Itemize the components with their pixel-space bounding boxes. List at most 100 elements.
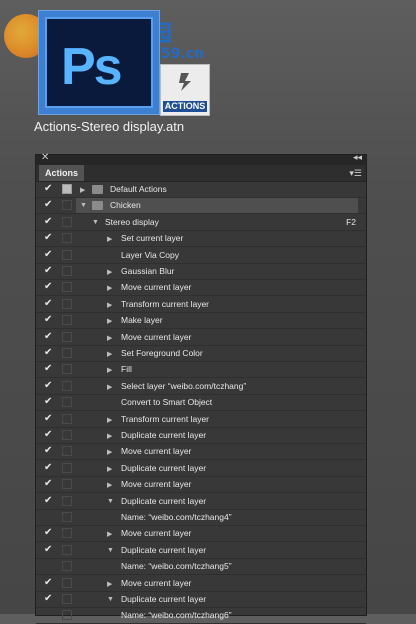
toggle-item-checkbox[interactable]: ✔ (44, 183, 52, 194)
action-command-row[interactable]: ✔ ▶ Transform current layer (36, 412, 366, 428)
disclosure-collapsed-icon[interactable]: ▶ (107, 448, 112, 456)
toggle-dialog-box[interactable] (62, 446, 72, 457)
toggle-item-checkbox[interactable]: ✔ (44, 347, 52, 358)
toggle-dialog-box[interactable] (62, 594, 72, 604)
disclosure-collapsed-icon[interactable]: ▶ (107, 416, 112, 424)
close-icon[interactable]: ✕ (41, 152, 49, 163)
disclosure-collapsed-icon[interactable]: ▶ (107, 432, 112, 440)
action-command-row[interactable]: ✔ ▶ Make layer (36, 313, 366, 330)
toggle-item-checkbox[interactable]: ✔ (44, 445, 52, 456)
toggle-dialog-box[interactable] (62, 331, 72, 342)
toggle-dialog-box[interactable] (62, 495, 72, 506)
toggle-item-checkbox[interactable]: ✔ (44, 249, 52, 260)
action-command-row[interactable]: ✔ ▶ Move current layer (36, 280, 366, 297)
toggle-dialog-box[interactable] (62, 413, 72, 424)
toggle-dialog-box[interactable] (62, 380, 72, 391)
toggle-dialog-box[interactable] (62, 266, 72, 276)
toggle-item-checkbox[interactable]: ✔ (44, 544, 52, 555)
tab-actions[interactable]: Actions (39, 165, 85, 181)
toggle-dialog-box[interactable] (62, 512, 72, 522)
disclosure-collapsed-icon[interactable]: ▶ (107, 530, 112, 538)
toggle-dialog-box[interactable] (62, 315, 72, 326)
toggle-dialog-box[interactable] (62, 282, 72, 293)
action-command-row[interactable]: ✔ ▼ Duplicate current layer (36, 592, 366, 608)
toggle-dialog-box[interactable] (62, 430, 72, 440)
toggle-item-checkbox[interactable]: ✔ (44, 265, 52, 276)
toggle-item-checkbox[interactable]: ✔ (44, 216, 52, 227)
disclosure-collapsed-icon[interactable]: ▶ (107, 268, 112, 276)
toggle-item-checkbox[interactable]: ✔ (44, 593, 52, 604)
toggle-dialog-box[interactable] (62, 528, 72, 539)
action-command-row[interactable]: ✔ ▶ Move current layer (36, 477, 366, 494)
disclosure-collapsed-icon[interactable]: ▶ (107, 383, 112, 391)
panel-menu-icon[interactable]: ▾☰ (349, 168, 362, 179)
toggle-dialog-box[interactable] (62, 397, 72, 408)
toggle-dialog-box[interactable] (62, 298, 72, 309)
toggle-item-checkbox[interactable]: ✔ (44, 380, 52, 391)
toggle-item-checkbox[interactable]: ✔ (44, 413, 52, 424)
toggle-item-checkbox[interactable]: ✔ (44, 331, 52, 342)
toggle-item-checkbox[interactable]: ✔ (44, 577, 52, 588)
disclosure-collapsed-icon[interactable]: ▶ (107, 481, 112, 489)
disclosure-collapsed-icon[interactable]: ▶ (107, 334, 112, 342)
disclosure-collapsed-icon[interactable]: ▶ (107, 465, 112, 473)
disclosure-collapsed-icon[interactable]: ▶ (80, 186, 85, 194)
toggle-dialog-box[interactable] (62, 348, 72, 358)
action-command-row[interactable]: ✔ ▶ Move current layer (36, 576, 366, 592)
disclosure-collapsed-icon[interactable]: ▶ (107, 580, 112, 588)
action-command-row[interactable]: ✔ Convert to Smart Object (36, 395, 366, 412)
disclosure-collapsed-icon[interactable]: ▶ (107, 366, 112, 374)
disclosure-collapsed-icon[interactable]: ▶ (107, 284, 112, 292)
action-command-row[interactable]: ✔ ▶ Set current layer (36, 231, 366, 248)
toggle-item-checkbox[interactable]: ✔ (44, 232, 52, 243)
action-command-row[interactable]: ✔ ▶ Move current layer (36, 444, 366, 461)
toggle-dialog-box[interactable] (62, 200, 72, 211)
action-set-row[interactable]: ✔ ▼ Chicken (36, 198, 366, 215)
action-set-row[interactable]: ✔ ▶ Default Actions (36, 182, 366, 198)
action-command-row[interactable]: ✔ ▶ Select layer “weibo.com/tczhang” (36, 379, 366, 395)
action-command-row[interactable]: ✔ ▶ Move current layer (36, 330, 366, 346)
action-detail-row[interactable]: Name: “weibo.com/tczhang6” (36, 608, 366, 624)
action-command-row[interactable]: ✔ ▶ Gaussian Blur (36, 264, 366, 280)
action-detail-row[interactable]: Name: “weibo.com/tczhang5” (36, 559, 366, 576)
toggle-item-checkbox[interactable]: ✔ (44, 495, 52, 506)
toggle-dialog-box[interactable] (62, 249, 72, 260)
toggle-dialog-box[interactable] (62, 610, 72, 621)
action-command-row[interactable]: ✔ ▶ Duplicate current layer (36, 461, 366, 477)
toggle-dialog-box[interactable] (62, 364, 72, 375)
action-command-row[interactable]: ✔ ▼ Duplicate current layer (36, 543, 366, 559)
toggle-item-checkbox[interactable]: ✔ (44, 281, 52, 292)
action-command-row[interactable]: ✔ ▼ Duplicate current layer (36, 494, 366, 510)
toggle-item-checkbox[interactable]: ✔ (44, 363, 52, 374)
action-command-row[interactable]: ✔ Layer Via Copy (36, 248, 366, 264)
action-detail-row[interactable]: Name: “weibo.com/tczhang4” (36, 510, 366, 526)
disclosure-expanded-icon[interactable]: ▼ (107, 596, 114, 603)
disclosure-collapsed-icon[interactable]: ▶ (107, 317, 112, 325)
action-row[interactable]: ✔ ▼ Stereo display F2 (36, 215, 366, 231)
action-command-row[interactable]: ✔ ▶ Fill (36, 362, 366, 379)
toggle-item-checkbox[interactable]: ✔ (44, 429, 52, 440)
disclosure-collapsed-icon[interactable]: ▶ (107, 235, 112, 243)
toggle-dialog-box[interactable] (62, 544, 72, 555)
disclosure-collapsed-icon[interactable]: ▶ (107, 350, 112, 358)
toggle-item-checkbox[interactable]: ✔ (44, 314, 52, 325)
action-command-row[interactable]: ✔ ▶ Move current layer (36, 526, 366, 543)
disclosure-expanded-icon[interactable]: ▼ (107, 498, 114, 505)
toggle-dialog-box[interactable] (62, 561, 72, 572)
action-command-row[interactable]: ✔ ▶ Set Foreground Color (36, 346, 366, 362)
disclosure-expanded-icon[interactable]: ▼ (107, 547, 114, 554)
toggle-item-checkbox[interactable]: ✔ (44, 298, 52, 309)
toggle-dialog-box[interactable] (62, 577, 72, 588)
toggle-dialog-box[interactable] (62, 479, 72, 490)
toggle-item-checkbox[interactable]: ✔ (44, 462, 52, 473)
photoshop-file-icon[interactable]: Ps (38, 10, 160, 115)
disclosure-expanded-icon[interactable]: ▼ (80, 202, 87, 209)
toggle-item-checkbox[interactable]: ✔ (44, 527, 52, 538)
toggle-dialog-box[interactable] (62, 184, 72, 194)
action-command-row[interactable]: ✔ ▶ Transform current layer (36, 297, 366, 313)
disclosure-expanded-icon[interactable]: ▼ (92, 219, 99, 226)
toggle-dialog-box[interactable] (62, 233, 72, 244)
disclosure-collapsed-icon[interactable]: ▶ (107, 301, 112, 309)
toggle-item-checkbox[interactable]: ✔ (44, 199, 52, 210)
collapse-panel-icon[interactable]: ◂◂ (353, 152, 362, 163)
